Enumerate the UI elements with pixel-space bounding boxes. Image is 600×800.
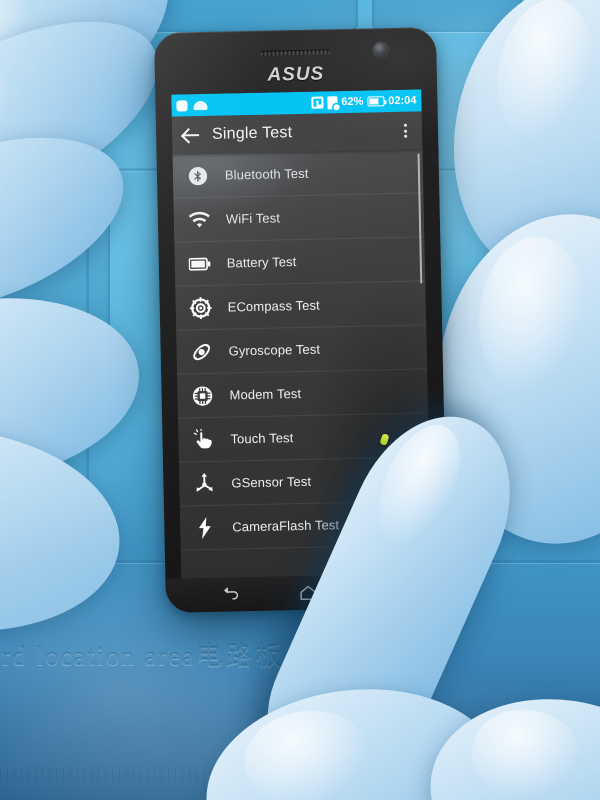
list-item-wifi-test[interactable]: WiFi Test (173, 193, 425, 243)
earpiece-speaker-icon (260, 49, 331, 56)
battery-percent-label: 62% (341, 95, 364, 109)
scene: rd location area电路板维修区 ASUS (0, 0, 600, 800)
list-item-battery-test[interactable]: Battery Test (174, 237, 426, 287)
list-item-label: GSensor Test (231, 473, 312, 491)
list-item-label: ECompass Test (227, 297, 320, 315)
mat-text-latin: rd location area (2, 642, 196, 671)
bluetooth-icon (187, 164, 209, 186)
back-arrow-icon[interactable] (180, 124, 202, 146)
page-title: Single Test (211, 124, 293, 143)
list-item-label: Bluetooth Test (224, 165, 309, 183)
clock-label: 02:04 (388, 94, 417, 108)
cloud-icon (193, 100, 208, 110)
status-bar-notifications (176, 99, 208, 112)
battery-icon (367, 96, 385, 107)
list-item-label: Touch Test (230, 430, 294, 447)
data-saver-icon (327, 95, 338, 109)
list-item-label: Modem Test (229, 386, 302, 403)
front-camera-icon (373, 42, 389, 58)
message-icon (176, 99, 188, 112)
list-item-bluetooth-test[interactable]: Bluetooth Test (172, 149, 424, 199)
action-bar: Single Test (171, 111, 423, 155)
chip-icon (191, 384, 213, 406)
list-item-label: CameraFlash Test (232, 517, 340, 535)
list-item-ecompass-test[interactable]: ECompass Test (175, 281, 427, 331)
list-item-modem-test[interactable]: Modem Test (177, 369, 428, 419)
flash-bolt-icon (194, 516, 216, 539)
status-bar-system: 62% 02:04 (311, 94, 417, 109)
axis-icon (193, 472, 215, 494)
gyroscope-icon (190, 340, 212, 362)
alarm-icon (311, 96, 324, 109)
nav-back-icon[interactable] (221, 586, 240, 602)
list-item-label: Battery Test (226, 254, 297, 271)
compass-icon (189, 296, 212, 319)
battery-icon (188, 252, 211, 274)
list-item-label: Gyroscope Test (228, 341, 321, 359)
brand-logo: ASUS (267, 63, 325, 86)
phone-top-bezel: ASUS (154, 27, 437, 95)
overflow-menu-icon[interactable] (396, 120, 414, 142)
wifi-icon (188, 208, 210, 230)
list-item-gyroscope-test[interactable]: Gyroscope Test (176, 325, 428, 375)
list-item-label: WiFi Test (225, 210, 281, 227)
touch-hand-icon (192, 428, 214, 450)
